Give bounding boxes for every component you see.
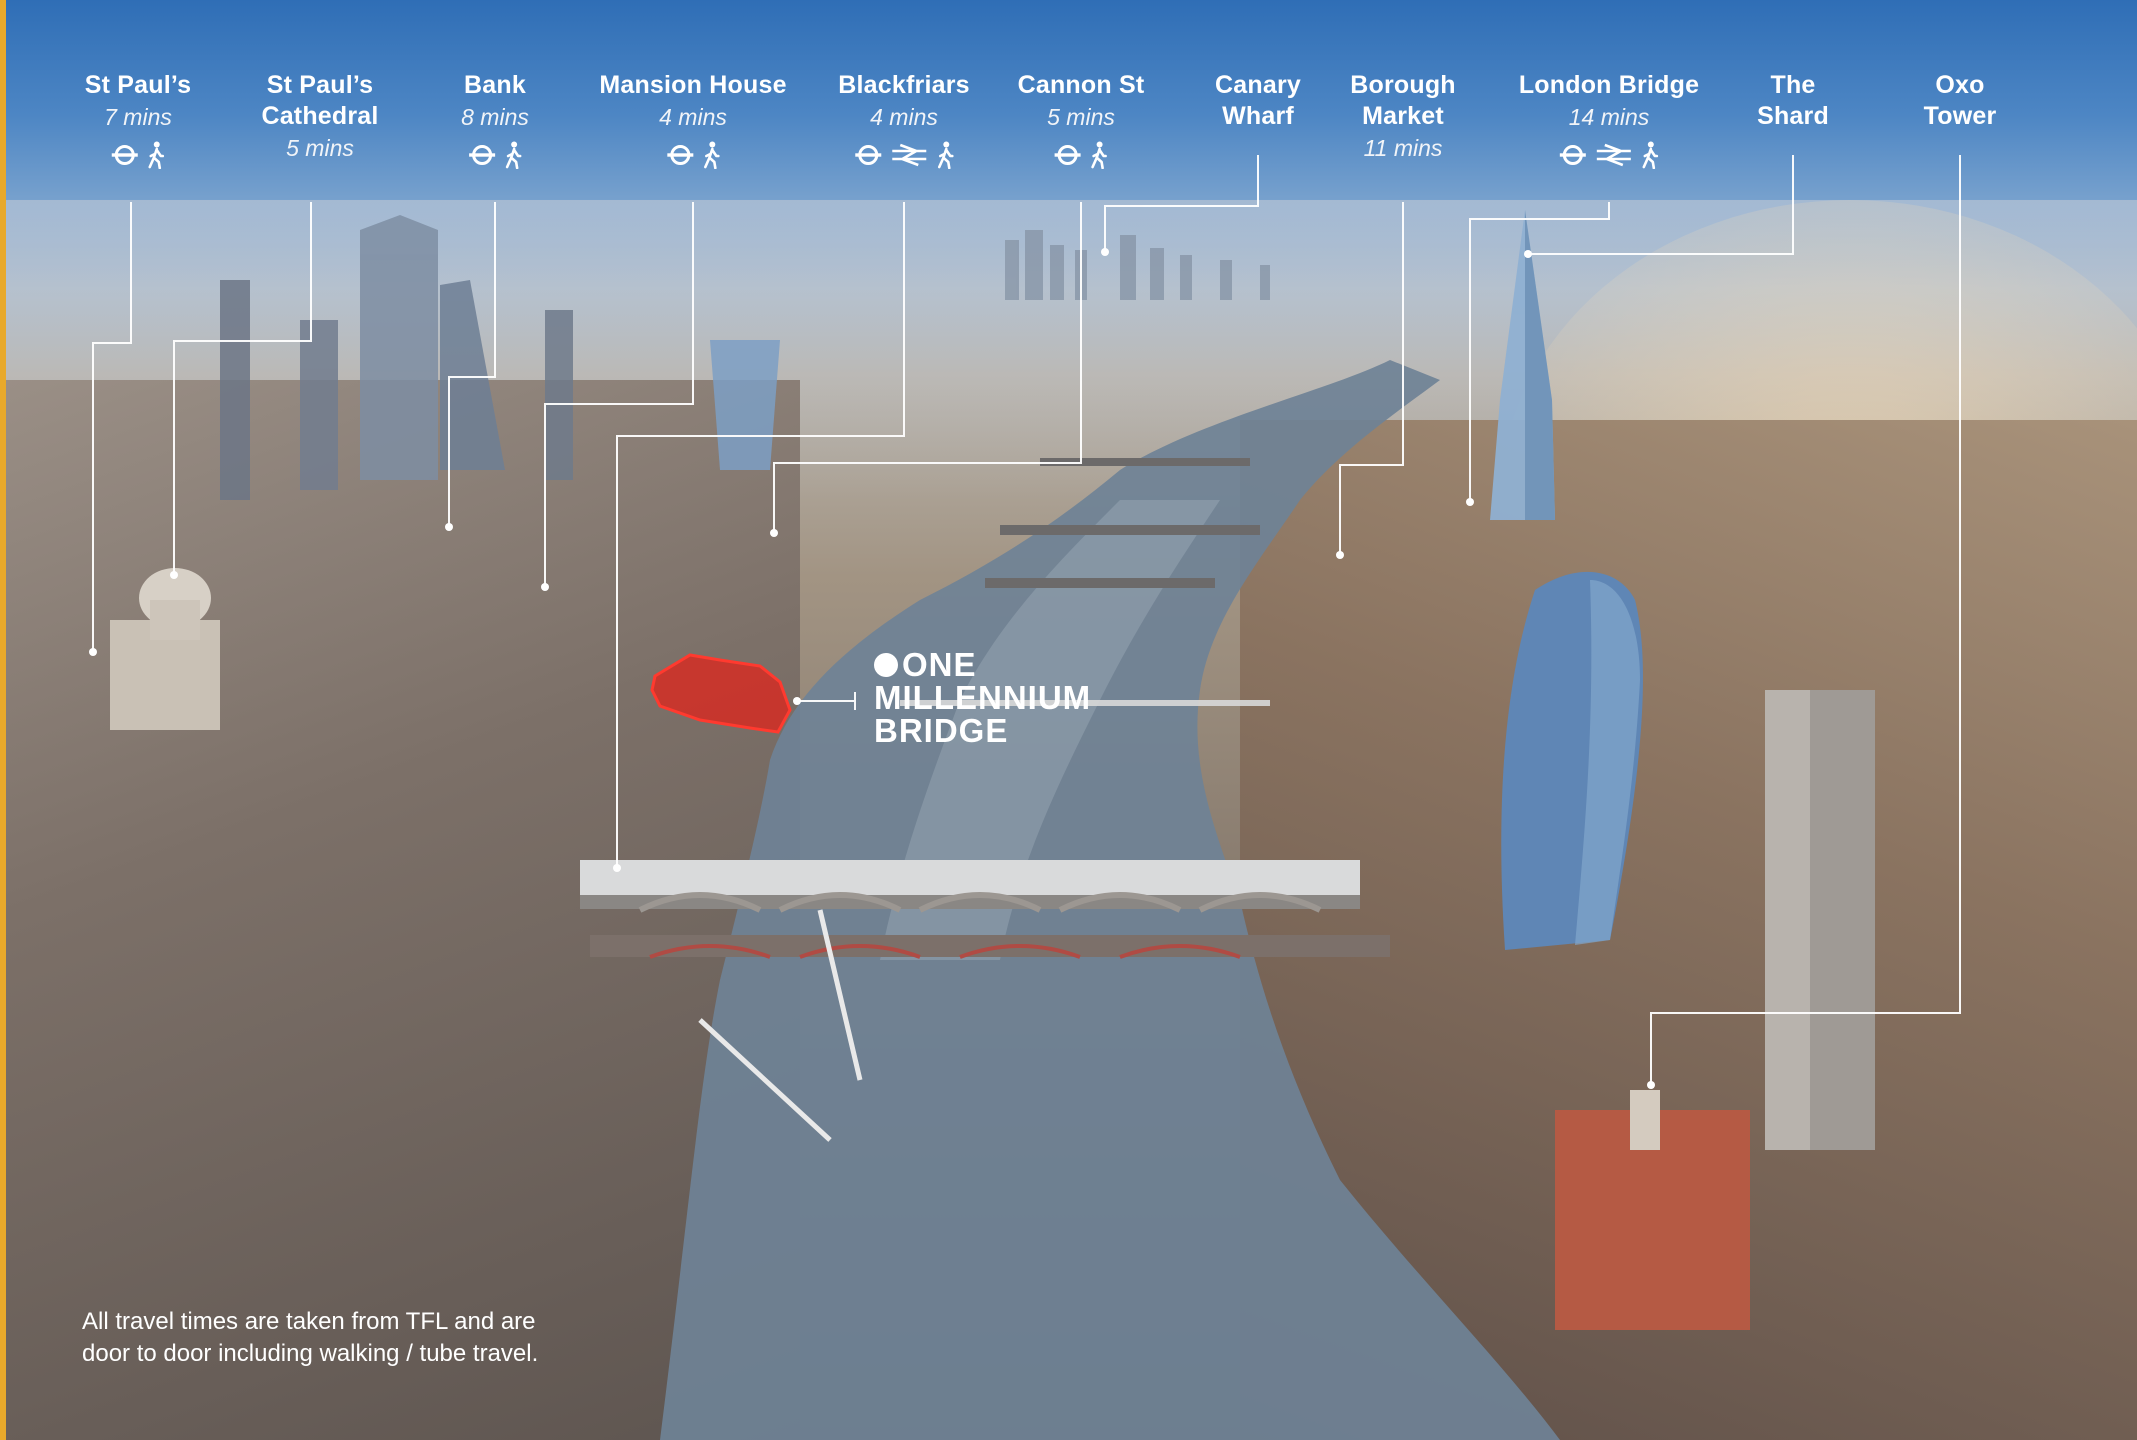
underground-icon: [469, 145, 495, 165]
leader-dot: [445, 523, 453, 531]
travel-time: 4 mins: [659, 104, 727, 130]
travel-time: 11 mins: [1363, 135, 1443, 161]
leader-dot: [613, 864, 621, 872]
underground-icon: [1559, 145, 1586, 165]
travel-time: 8 mins: [461, 104, 529, 130]
station-name: St Paul’s: [266, 71, 374, 99]
site-label-line: ONE: [902, 646, 977, 683]
travel-time: 14 mins: [1568, 104, 1650, 130]
site-label-line: MILLENNIUM: [874, 679, 1092, 716]
leader-borough-market: [1339, 202, 1404, 555]
leader-st-pauls: [92, 202, 132, 652]
leader-bank: [448, 202, 496, 527]
underground-icon: [854, 145, 881, 165]
accent-bar: [0, 0, 6, 1440]
underground-icon: [112, 145, 138, 165]
station-name: Oxo: [1935, 71, 1985, 99]
map-canvas: St Paul’s 7 mins St Paul’s Cathedral 5 m…: [0, 0, 2137, 1440]
transport-icons: [1018, 140, 1145, 170]
station-name: Mansion House: [599, 71, 787, 99]
station-blackfriars: Blackfriars 4 mins: [838, 70, 970, 170]
station-name: Shard: [1757, 102, 1829, 130]
station-name: Cannon St: [1017, 71, 1145, 99]
station-name: Canary: [1215, 71, 1301, 99]
station-name: Tower: [1923, 102, 1997, 130]
walking-icon: [1642, 141, 1659, 169]
leader-cannon-st: [773, 202, 1082, 533]
walking-icon: [703, 141, 720, 169]
station-cannon-st: Cannon St 5 mins: [1018, 70, 1145, 170]
station-st-pauls-cathedral: St Paul’s Cathedral 5 mins: [261, 70, 378, 165]
disclaimer-line: door to door including walking / tube tr…: [82, 1340, 539, 1367]
leader-dot: [770, 529, 778, 537]
leader-dot: [1101, 248, 1109, 256]
landmark-the-shard: The Shard: [1757, 70, 1829, 132]
station-name: Blackfriars: [838, 71, 970, 99]
travel-time: 4 mins: [870, 104, 938, 130]
leader-dot: [793, 697, 801, 705]
landmark-canary-wharf: Canary Wharf: [1215, 70, 1301, 132]
leader-dot: [541, 583, 549, 591]
transport-icons: [599, 140, 786, 170]
station-st-pauls: St Paul’s 7 mins: [85, 70, 191, 170]
transport-icons: [461, 140, 529, 170]
station-name: Cathedral: [261, 102, 379, 130]
walking-icon: [148, 141, 165, 169]
leader-dot: [170, 571, 178, 579]
leader-dot: [1524, 250, 1532, 258]
walking-icon: [505, 141, 522, 169]
landmark-borough-market: Borough Market 11 mins: [1350, 70, 1456, 165]
station-name: Borough: [1350, 71, 1456, 99]
station-name: Bank: [464, 71, 526, 99]
national-rail-icon: [891, 143, 926, 167]
leader-london-bridge: [1469, 202, 1610, 502]
transport-icons: [85, 140, 191, 170]
transport-icons: [1519, 140, 1699, 170]
site-label-line: BRIDGE: [874, 712, 1009, 749]
travel-time: 7 mins: [104, 104, 172, 130]
disclaimer-line: All travel times are taken from TFL and …: [82, 1308, 536, 1335]
site-label-one-millennium-bridge: ONE MILLENNIUM BRIDGE: [874, 648, 1091, 747]
underground-icon: [667, 145, 693, 165]
leader-oxo-tower: [1650, 155, 1961, 1085]
leader-dot: [89, 648, 97, 656]
station-name: St Paul’s: [84, 71, 192, 99]
transport-icons: [838, 140, 969, 170]
landmark-oxo-tower: Oxo Tower: [1924, 70, 1997, 132]
station-name: Market: [1362, 102, 1444, 130]
leader-blackfriars: [616, 202, 905, 868]
walking-icon: [1091, 141, 1108, 169]
station-london-bridge: London Bridge 14 mins: [1519, 70, 1699, 170]
station-bank: Bank 8 mins: [461, 70, 529, 170]
travel-times-disclaimer: All travel times are taken from TFL and …: [82, 1306, 702, 1370]
station-name: Wharf: [1222, 102, 1294, 130]
travel-time: 5 mins: [286, 135, 354, 161]
national-rail-icon: [1596, 143, 1631, 167]
leader-mansion-house: [544, 202, 694, 587]
leader-st-pauls-cathedral: [173, 202, 312, 575]
walking-icon: [937, 141, 954, 169]
station-name: The: [1770, 71, 1816, 99]
site-dot-icon: [874, 652, 898, 677]
leader-dot: [1466, 498, 1474, 506]
station-name: London Bridge: [1518, 71, 1700, 99]
travel-time: 5 mins: [1047, 104, 1115, 130]
leader-dot: [1647, 1081, 1655, 1089]
underground-icon: [1054, 145, 1081, 165]
station-mansion-house: Mansion House 4 mins: [599, 70, 786, 170]
leader-dot: [1336, 551, 1344, 559]
